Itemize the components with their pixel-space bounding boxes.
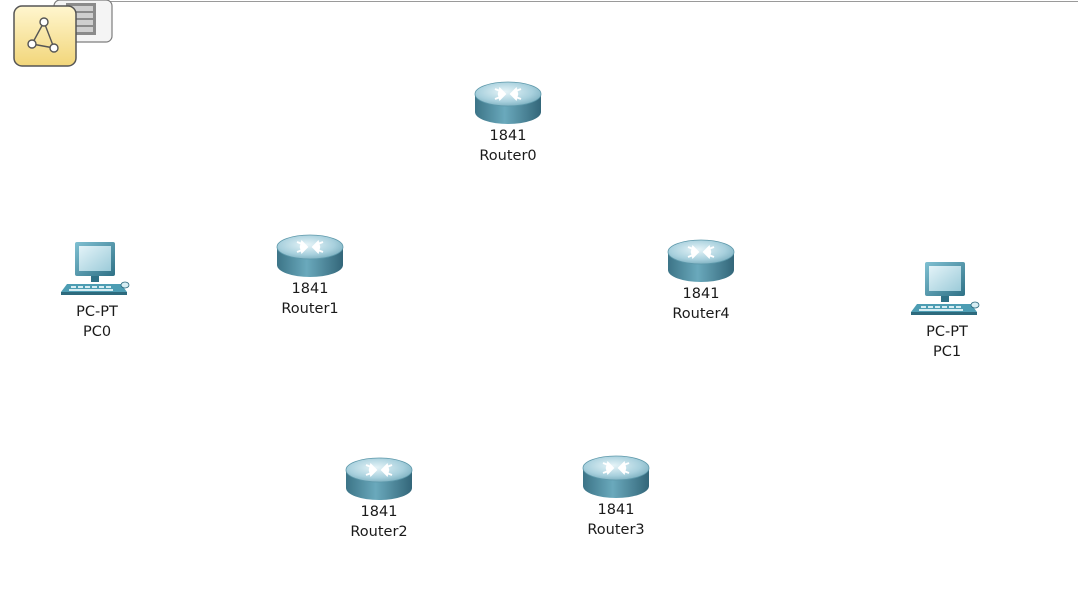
device-name-label: Router2 (350, 524, 408, 540)
device-model-label: 1841 (682, 286, 720, 302)
pc-icon (911, 260, 983, 322)
device-router0[interactable]: 1841 Router0 (448, 78, 568, 188)
device-name-label: Router1 (281, 301, 339, 317)
router-icon (275, 231, 345, 279)
router-icon (666, 236, 736, 284)
workspace-border (106, 1, 1078, 2)
device-model-label: 1841 (291, 281, 329, 297)
device-name-label: Router3 (587, 522, 645, 538)
device-model-label: PC-PT (76, 304, 118, 320)
device-pc1[interactable]: PC-PT PC1 (887, 260, 1007, 362)
device-router4[interactable]: 1841 Router4 (641, 236, 761, 346)
device-pc0[interactable]: PC-PT PC0 (37, 240, 157, 342)
device-model-label: 1841 (360, 504, 398, 520)
router-icon (344, 454, 414, 502)
logical-workspace[interactable]: 1841 Router0 1841 Router1 1841 Router4 1… (0, 0, 1078, 597)
device-name-label: PC0 (82, 324, 112, 340)
pc-icon (61, 240, 133, 302)
device-router2[interactable]: 1841 Router2 (319, 454, 439, 564)
router-icon (581, 452, 651, 500)
device-router1[interactable]: 1841 Router1 (250, 231, 370, 341)
router-icon (473, 78, 543, 126)
logical-topology-icon[interactable] (13, 5, 77, 67)
workspace-toolbar (13, 0, 113, 67)
device-name-label: PC1 (932, 344, 962, 360)
device-model-label: PC-PT (926, 324, 968, 340)
device-model-label: 1841 (489, 128, 527, 144)
device-name-label: Router0 (479, 148, 537, 164)
device-router3[interactable]: 1841 Router3 (556, 452, 676, 562)
device-model-label: 1841 (597, 502, 635, 518)
device-name-label: Router4 (672, 306, 730, 322)
